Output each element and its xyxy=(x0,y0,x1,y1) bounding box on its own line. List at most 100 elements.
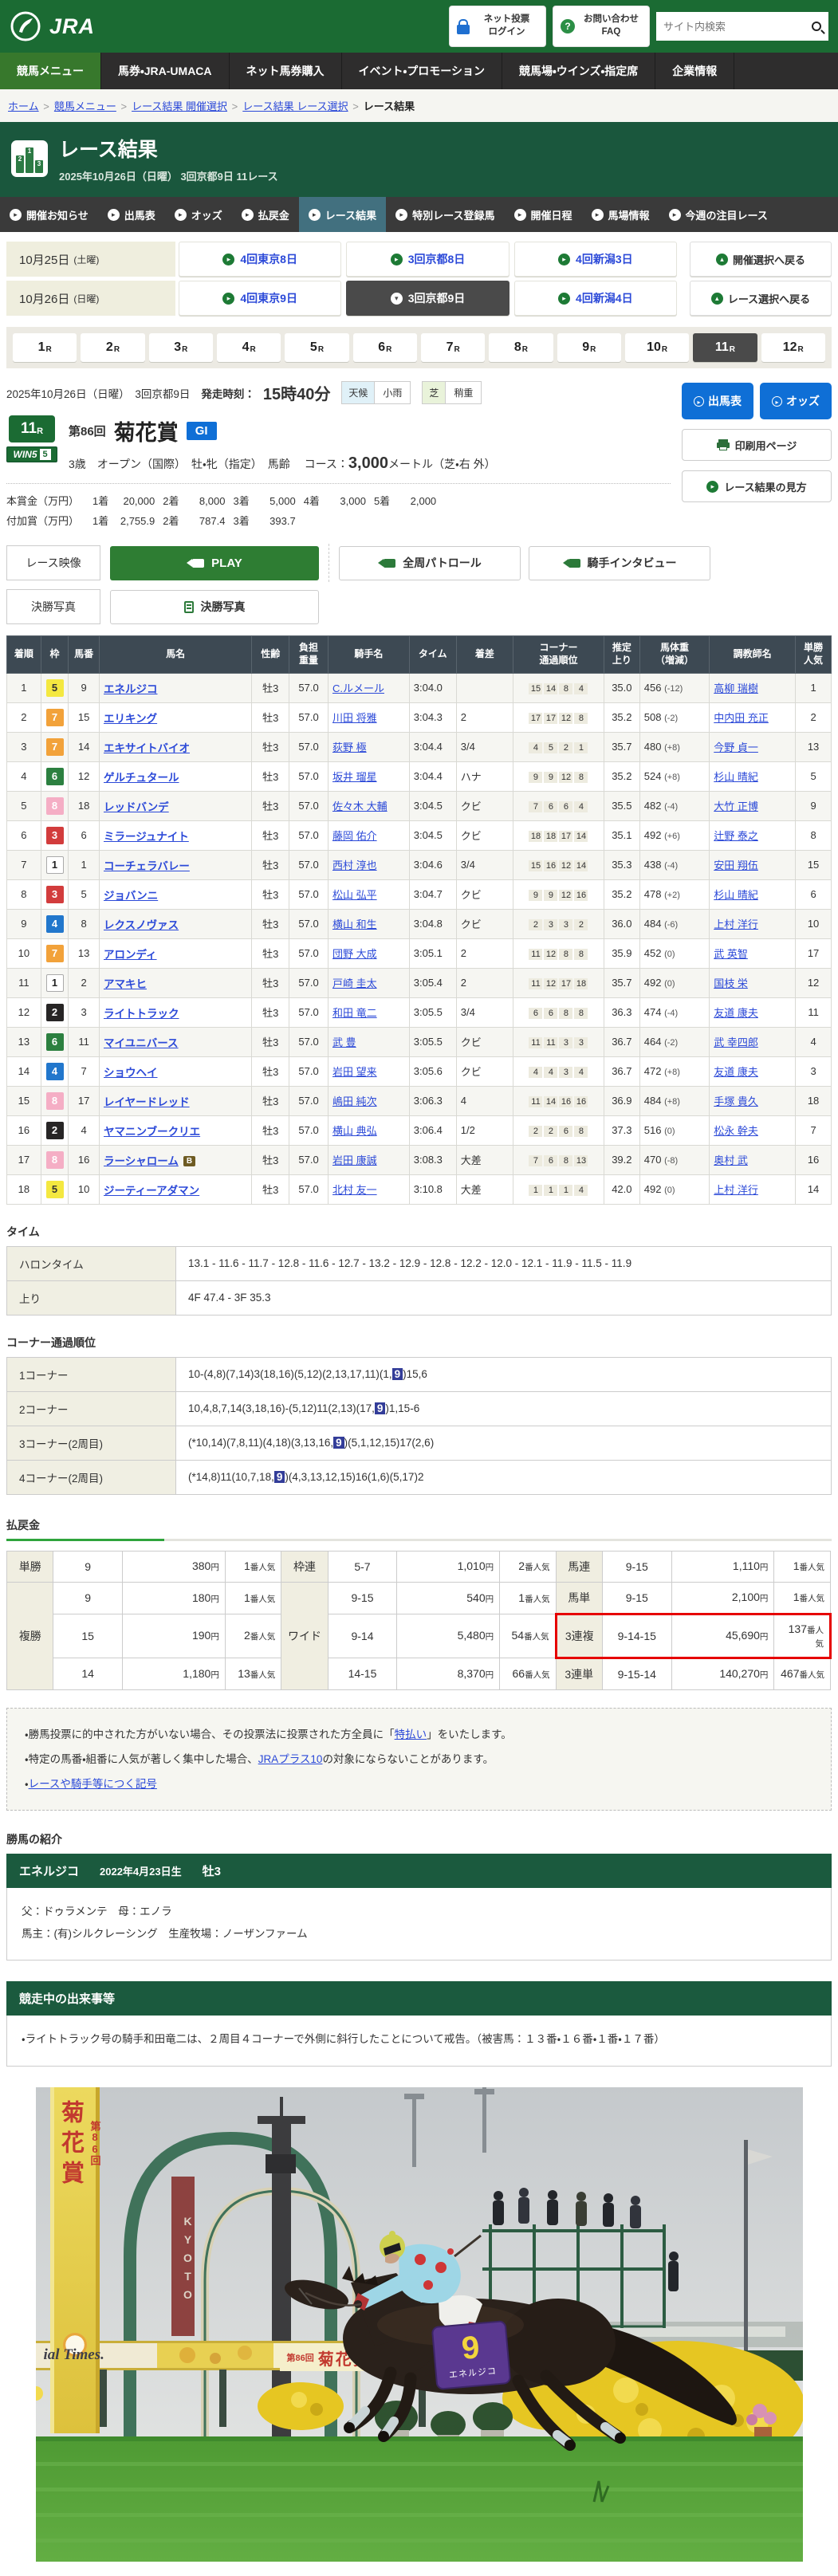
play-button[interactable]: PLAY xyxy=(110,546,319,580)
trainer-link[interactable]: 上村 洋行 xyxy=(714,1184,758,1196)
horse-link[interactable]: ヤマニンブークリエ xyxy=(104,1126,200,1138)
main-nav-item[interactable]: イベント・プロモーション xyxy=(342,53,502,89)
breadcrumb-link[interactable]: レース結果 xyxy=(364,100,415,112)
horse-link[interactable]: ショウヘイ xyxy=(104,1067,158,1079)
faq-button[interactable]: ? お問い合わせ FAQ xyxy=(553,6,650,47)
sub-nav-item[interactable]: 払戻金 xyxy=(232,197,299,232)
sub-nav-item[interactable]: 開催お知らせ xyxy=(0,197,98,232)
meeting-button[interactable]: 4回東京9日 xyxy=(179,281,341,316)
sub-nav-item[interactable]: レース結果 xyxy=(299,197,386,232)
race-number-button[interactable]: 10R xyxy=(625,333,689,362)
jockey-link[interactable]: 坂井 瑠星 xyxy=(332,771,377,783)
sub-nav-item[interactable]: 今週の注目レース xyxy=(659,197,777,232)
jockey-link[interactable]: 藤岡 佑介 xyxy=(332,830,377,842)
meeting-button[interactable]: 3回京都8日 xyxy=(346,242,509,277)
result-guide-button[interactable]: レース結果の見方 xyxy=(682,470,832,502)
jockey-link[interactable]: 西村 淳也 xyxy=(332,859,377,871)
horse-link[interactable]: レッドバンデ xyxy=(104,801,169,813)
main-nav-item[interactable]: ネット馬券購入 xyxy=(230,53,342,89)
jockey-link[interactable]: 川田 将雅 xyxy=(332,712,377,724)
meeting-button[interactable]: 4回新潟3日 xyxy=(514,242,677,277)
sub-nav-item[interactable]: 馬場情報 xyxy=(582,197,659,232)
patrol-video-button[interactable]: 全周パトロール xyxy=(339,546,521,580)
trainer-link[interactable]: 武 幸四郎 xyxy=(714,1036,758,1048)
jockey-link[interactable]: 北村 友一 xyxy=(332,1184,377,1196)
back-button[interactable]: 開催選択へ戻る xyxy=(690,242,832,277)
breadcrumb-link[interactable]: レース結果 レース選択 xyxy=(242,100,348,112)
trainer-link[interactable]: 奥村 武 xyxy=(714,1154,748,1166)
horse-link[interactable]: ラーシャローム xyxy=(104,1155,179,1167)
note-link[interactable]: JRAプラス10 xyxy=(258,1753,323,1765)
breadcrumb-link[interactable]: レース結果 開催選択 xyxy=(132,100,227,112)
main-nav-item[interactable]: 競馬場・ウインズ・指定席 xyxy=(502,53,655,89)
horse-link[interactable]: ライトトラック xyxy=(104,1008,179,1020)
jockey-link[interactable]: 佐々木 大輔 xyxy=(332,800,388,812)
trainer-link[interactable]: 友道 康夫 xyxy=(714,1007,758,1019)
horse-link[interactable]: アマキヒ xyxy=(104,978,147,990)
main-nav-item[interactable]: 企業情報 xyxy=(655,53,734,89)
horse-link[interactable]: ジーティーアダマン xyxy=(104,1185,199,1197)
sub-nav-item[interactable]: オッズ xyxy=(165,197,232,232)
search-icon[interactable] xyxy=(812,22,821,31)
race-number-button[interactable]: 5R xyxy=(285,333,348,362)
horse-link[interactable]: エネルジコ xyxy=(104,683,158,695)
horse-link[interactable]: コーチェラバレー xyxy=(104,860,190,872)
trainer-link[interactable]: 松永 幹夫 xyxy=(714,1125,758,1137)
main-nav-item[interactable]: 馬券・JRA-UMACA xyxy=(101,53,230,89)
jockey-interview-button[interactable]: 騎手インタビュー xyxy=(529,546,710,580)
horse-link[interactable]: レイヤードレッド xyxy=(104,1096,190,1108)
race-number-button[interactable]: 6R xyxy=(353,333,417,362)
trainer-link[interactable]: 上村 洋行 xyxy=(714,918,758,930)
finish-photo-button[interactable]: 決勝写真 xyxy=(110,590,319,624)
trainer-link[interactable]: 高柳 瑞樹 xyxy=(714,682,758,694)
race-number-button[interactable]: 3R xyxy=(149,333,213,362)
jockey-link[interactable]: 戸崎 圭太 xyxy=(332,977,377,989)
horse-link[interactable]: ゲルチュタール xyxy=(104,772,179,784)
jockey-link[interactable]: 岩田 望来 xyxy=(332,1066,377,1078)
trainer-link[interactable]: 友道 康夫 xyxy=(714,1066,758,1078)
jockey-link[interactable]: 団野 大成 xyxy=(332,948,377,960)
horse-link[interactable]: アロンディ xyxy=(104,949,157,961)
jockey-link[interactable]: 武 豊 xyxy=(332,1036,356,1048)
trainer-link[interactable]: 武 英智 xyxy=(714,948,748,960)
trainer-link[interactable]: 国枝 栄 xyxy=(714,977,748,989)
race-number-button[interactable]: 11R xyxy=(693,333,757,362)
meeting-button[interactable]: 4回東京8日 xyxy=(179,242,341,277)
horse-link[interactable]: エリキング xyxy=(104,713,157,725)
breadcrumb-link[interactable]: ホーム xyxy=(8,100,39,112)
jockey-link[interactable]: 岩田 康誠 xyxy=(332,1154,377,1166)
race-number-button[interactable]: 4R xyxy=(217,333,281,362)
odds-button[interactable]: オッズ xyxy=(760,383,832,419)
jockey-link[interactable]: 横山 典弘 xyxy=(332,1125,377,1137)
back-button[interactable]: レース選択へ戻る xyxy=(690,281,832,316)
jockey-link[interactable]: 嶋田 純次 xyxy=(332,1095,377,1107)
race-number-button[interactable]: 2R xyxy=(81,333,144,362)
horse-link[interactable]: マイユニバース xyxy=(104,1037,179,1049)
search-input[interactable] xyxy=(663,21,812,33)
sub-nav-item[interactable]: 特別レース登録馬 xyxy=(386,197,504,232)
jockey-link[interactable]: 横山 和生 xyxy=(332,918,377,930)
race-number-button[interactable]: 7R xyxy=(421,333,485,362)
trainer-link[interactable]: 大竹 正博 xyxy=(714,800,758,812)
note-link[interactable]: レースや騎手等につく記号 xyxy=(29,1778,157,1790)
shutsuba-button[interactable]: 出馬表 xyxy=(682,383,753,419)
trainer-link[interactable]: 今野 貞一 xyxy=(714,741,758,753)
race-number-button[interactable]: 8R xyxy=(489,333,553,362)
sub-nav-item[interactable]: 出馬表 xyxy=(98,197,165,232)
race-number-button[interactable]: 9R xyxy=(557,333,621,362)
meeting-button[interactable]: 3回京都9日 xyxy=(346,281,509,316)
jockey-link[interactable]: 荻野 極 xyxy=(332,741,367,753)
race-number-button[interactable]: 12R xyxy=(761,333,825,362)
jockey-link[interactable]: C.ルメール xyxy=(332,682,384,694)
trainer-link[interactable]: 辻野 泰之 xyxy=(714,830,758,842)
net-voting-login-button[interactable]: ネット投票 ログイン xyxy=(449,6,546,47)
horse-link[interactable]: レクスノヴァス xyxy=(104,919,179,931)
trainer-link[interactable]: 安田 翔伍 xyxy=(714,859,758,871)
jra-logo[interactable]: JRA xyxy=(10,10,95,42)
breadcrumb-link[interactable]: 競馬メニュー xyxy=(54,100,116,112)
trainer-link[interactable]: 杉山 晴紀 xyxy=(714,771,758,783)
jockey-link[interactable]: 松山 弘平 xyxy=(332,889,377,901)
jockey-link[interactable]: 和田 竜二 xyxy=(332,1007,377,1019)
trainer-link[interactable]: 手塚 貴久 xyxy=(714,1095,758,1107)
meeting-button[interactable]: 4回新潟4日 xyxy=(514,281,677,316)
